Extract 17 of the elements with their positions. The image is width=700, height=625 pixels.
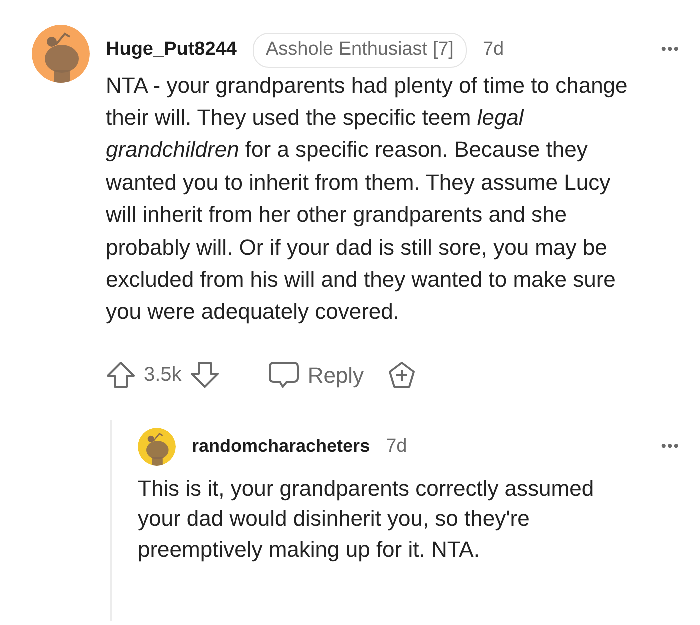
more-options-button[interactable]: ••• [661, 436, 680, 458]
comment-age: 7d [482, 38, 504, 62]
reply-text: This is it, your grandparents correctly assumed your dad would disinherit you, so they're preemptively making up for it. NTA. [138, 474, 596, 564]
speech-bubble-icon [268, 361, 300, 390]
vote-score: 3.5k [144, 363, 182, 388]
username[interactable]: randomcharacheters [192, 433, 370, 460]
avatar-icon[interactable] [32, 25, 90, 83]
comment-age: 7d [386, 434, 408, 458]
award-icon[interactable] [388, 361, 416, 390]
user-flair: Asshole Enthusiast [7] [252, 33, 467, 68]
upvote-icon[interactable] [106, 361, 136, 390]
downvote-icon[interactable] [190, 361, 220, 390]
more-options-button[interactable]: ••• [661, 39, 680, 62]
avatar-icon[interactable] [138, 428, 176, 466]
username[interactable]: Huge_Put8244 [106, 36, 237, 64]
comment-text: NTA - your grandparents had plenty of time to change their will. They used the specific teem legal grandchildren for a specific reason. Because they wanted you to inherit from them. They assume Lucy will inherit from her other grandparents and she probably will. Or if your dad is still sore, you may be excluded from his will and they wanted to make sure you were adequately covered. [106, 72, 629, 326]
reply-button[interactable]: Reply [268, 358, 364, 392]
